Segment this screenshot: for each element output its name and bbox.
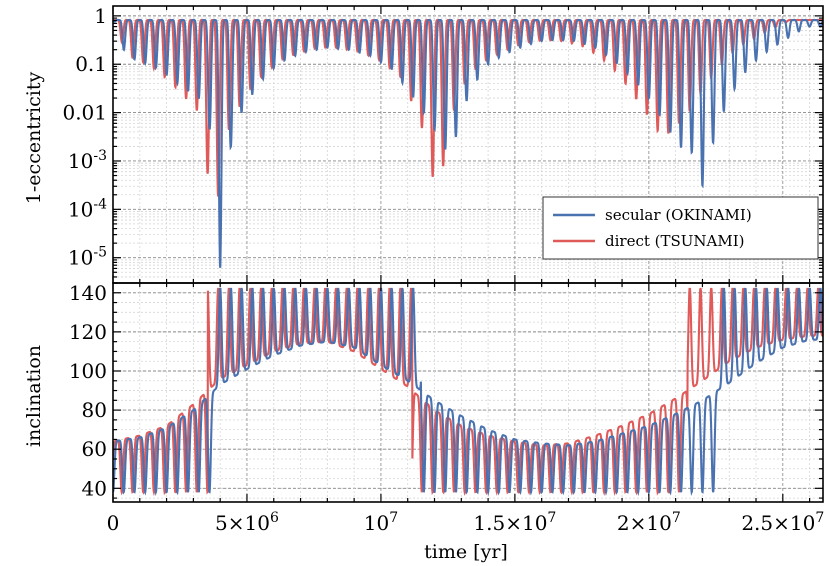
y-tick-label: 60 — [82, 437, 107, 461]
figure: 1 0.1 0.01 10-3 10-4 10-5 40 60 80 100 120 140 0 5×… — [23, 4, 825, 563]
x-tick-label: 1.5×107 — [473, 510, 556, 535]
y-tick-label: 0.1 — [75, 52, 107, 76]
x-tick-label: 0 — [107, 511, 120, 535]
y-tick-label: 10-5 — [68, 245, 107, 270]
y-tick-label: 40 — [82, 476, 107, 500]
x-tick-label: 107 — [364, 510, 398, 535]
legend-label: direct (TSUNAMI) — [605, 232, 745, 250]
y-tick-label: 10-3 — [68, 148, 107, 173]
shared-x-axis: 0 5×106 107 1.5×107 2×107 2.5×107 — [107, 510, 825, 535]
y-tick-label: 1 — [94, 4, 107, 28]
y-tick-label: 0.01 — [62, 101, 107, 125]
y-tick-label: 120 — [69, 320, 107, 344]
x-tick-label: 5×106 — [215, 510, 279, 535]
legend-label: secular (OKINAMI) — [605, 206, 752, 224]
x-axis-label: time [yr] — [424, 541, 508, 563]
y-axis-label-bottom: inclination — [23, 345, 45, 447]
x-tick-label: 2×107 — [617, 510, 681, 535]
legend: secular (OKINAMI) direct (TSUNAMI) — [542, 196, 819, 260]
y-tick-label: 80 — [82, 398, 107, 422]
x-tick-label: 2.5×107 — [741, 510, 824, 535]
y-tick-label: 140 — [69, 281, 107, 305]
inclination-panel: 40 60 80 100 120 140 — [69, 281, 824, 503]
y-axis-label-top: 1-eccentricity — [23, 72, 45, 205]
y-tick-label: 100 — [69, 359, 107, 383]
y-tick-label: 10-4 — [68, 196, 107, 221]
series-line-inc-secular — [113, 287, 823, 497]
